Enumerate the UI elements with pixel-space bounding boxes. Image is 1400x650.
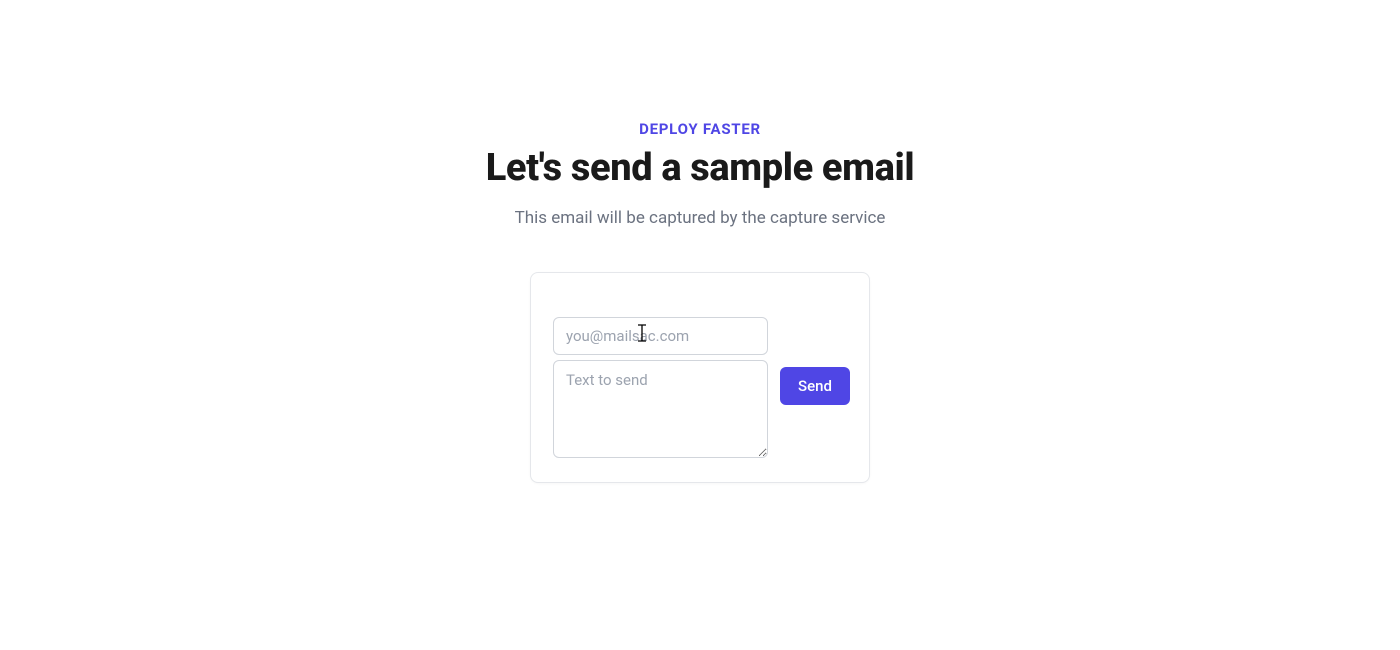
send-button[interactable]: Send: [780, 367, 850, 405]
eyebrow-text: DEPLOY FASTER: [639, 120, 761, 138]
page-container: DEPLOY FASTER Let's send a sample email …: [0, 0, 1400, 483]
body-textarea[interactable]: [553, 360, 768, 458]
page-subtitle: This email will be captured by the captu…: [515, 208, 886, 228]
form-fields: [553, 317, 768, 458]
form-row: Send: [553, 317, 847, 458]
form-card: Send: [530, 272, 870, 483]
email-input[interactable]: [553, 317, 768, 355]
page-title: Let's send a sample email: [486, 146, 915, 190]
